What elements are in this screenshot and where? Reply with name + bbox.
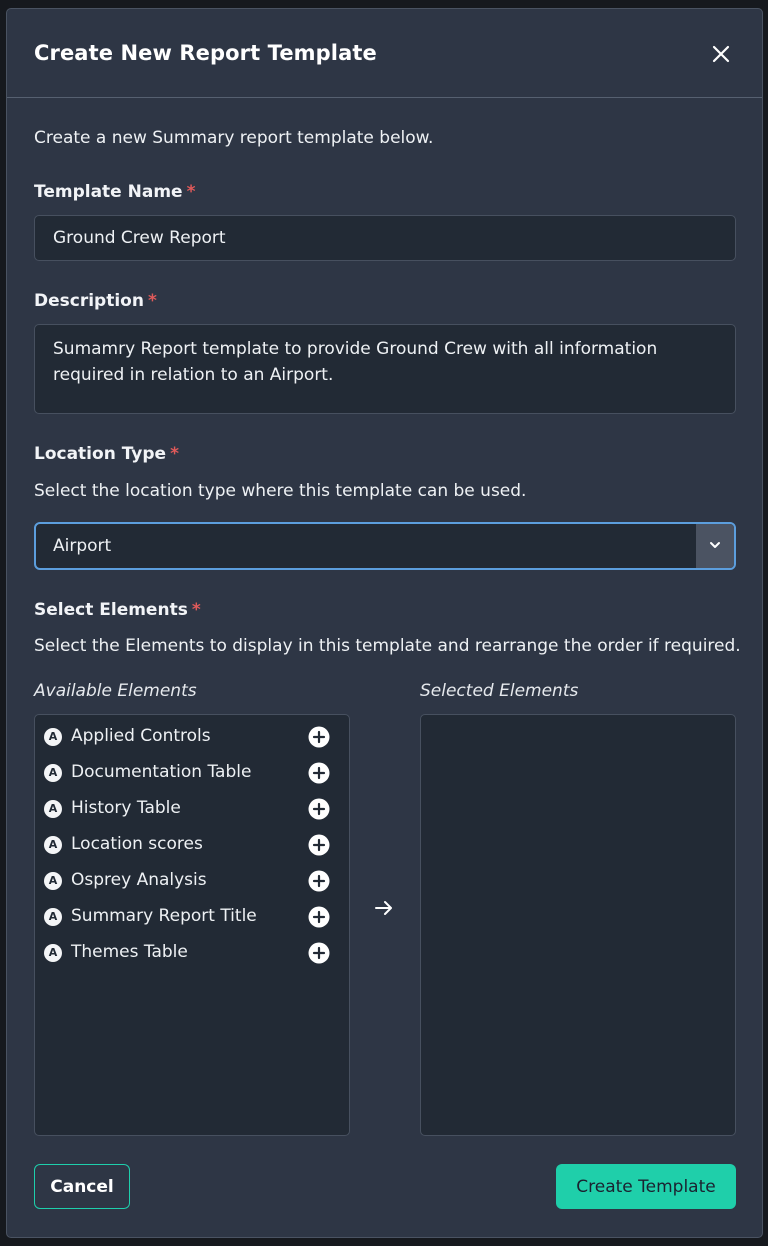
dialog-subtitle: Create a new Summary report template bel…	[34, 128, 434, 148]
element-type-badge: A	[44, 728, 62, 746]
location-type-select[interactable]: Airport	[34, 522, 736, 570]
plus-circle-icon	[308, 942, 330, 964]
add-element-button[interactable]	[308, 762, 330, 784]
list-item-label: Documentation Table	[71, 762, 252, 782]
location-type-selected-value: Airport	[53, 536, 112, 556]
selected-elements-title: Selected Elements	[420, 681, 579, 701]
required-marker: *	[147, 291, 157, 311]
location-type-help: Select the location type where this temp…	[34, 481, 527, 501]
plus-circle-icon	[308, 870, 330, 892]
list-item-label: Summary Report Title	[71, 906, 257, 926]
list-item[interactable]: A Osprey Analysis	[35, 867, 349, 895]
template-name-label: Template Name *	[34, 182, 195, 202]
add-element-button[interactable]	[308, 942, 330, 964]
element-type-badge: A	[44, 800, 62, 818]
list-item-label: Themes Table	[71, 942, 188, 962]
list-item-label: Applied Controls	[71, 726, 211, 746]
template-name-label-text: Template Name	[34, 182, 183, 202]
list-item-label: History Table	[71, 798, 181, 818]
selected-elements-list[interactable]	[420, 714, 736, 1136]
add-element-button[interactable]	[308, 906, 330, 928]
list-item[interactable]: A History Table	[35, 795, 349, 823]
description-label: Description *	[34, 291, 157, 311]
required-marker: *	[170, 444, 179, 464]
list-item-label: Location scores	[71, 834, 203, 854]
dialog-title: Create New Report Template	[34, 41, 377, 65]
description-label-text: Description	[34, 291, 144, 311]
location-type-label-text: Location Type	[34, 444, 167, 464]
element-type-badge: A	[44, 908, 62, 926]
element-type-badge: A	[44, 836, 62, 854]
description-textarea[interactable]: Sumamry Report template to provide Groun…	[34, 324, 736, 414]
select-elements-label: Select Elements *	[34, 600, 201, 620]
create-template-button[interactable]: Create Template	[556, 1164, 736, 1209]
plus-circle-icon	[308, 834, 330, 856]
create-template-dialog: Create New Report Template Create a new …	[6, 8, 763, 1238]
available-elements-list[interactable]: A Applied Controls A Documentation Table…	[34, 714, 350, 1136]
arrow-right-icon	[375, 901, 392, 915]
add-element-button[interactable]	[308, 726, 330, 748]
list-item-label: Osprey Analysis	[71, 870, 207, 890]
plus-circle-icon	[308, 798, 330, 820]
list-item[interactable]: A Applied Controls	[35, 723, 349, 751]
cancel-button[interactable]: Cancel	[34, 1164, 130, 1209]
select-elements-label-text: Select Elements	[34, 600, 188, 620]
close-button[interactable]	[709, 42, 733, 66]
required-marker: *	[186, 182, 196, 202]
select-elements-help: Select the Elements to display in this t…	[34, 636, 741, 656]
dialog-header: Create New Report Template	[7, 9, 762, 98]
add-element-button[interactable]	[308, 834, 330, 856]
required-marker: *	[191, 600, 201, 620]
element-type-badge: A	[44, 764, 62, 782]
list-item[interactable]: A Themes Table	[35, 939, 349, 967]
location-type-label: Location Type *	[34, 444, 179, 464]
plus-circle-icon	[308, 762, 330, 784]
list-item[interactable]: A Summary Report Title	[35, 903, 349, 931]
plus-circle-icon	[308, 726, 330, 748]
close-icon	[712, 45, 730, 63]
element-type-badge: A	[44, 872, 62, 890]
list-item[interactable]: A Documentation Table	[35, 759, 349, 787]
move-to-selected-button[interactable]	[373, 897, 395, 919]
chevron-down-icon	[710, 542, 720, 548]
plus-circle-icon	[308, 906, 330, 928]
list-item[interactable]: A Location scores	[35, 831, 349, 859]
add-element-button[interactable]	[308, 798, 330, 820]
template-name-input[interactable]	[34, 215, 736, 261]
location-type-dropdown-button[interactable]	[696, 524, 734, 568]
element-type-badge: A	[44, 944, 62, 962]
add-element-button[interactable]	[308, 870, 330, 892]
available-elements-title: Available Elements	[34, 681, 197, 701]
